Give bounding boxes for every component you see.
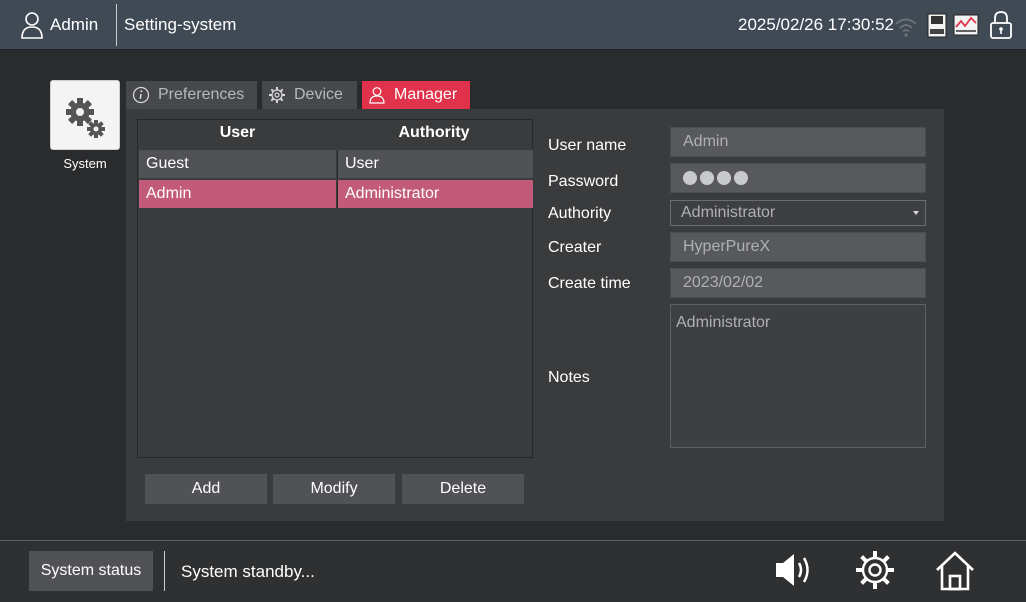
system-tile-label: System <box>63 156 107 171</box>
creater-field[interactable]: HyperPureX <box>670 232 926 262</box>
user-name-label: User name <box>548 137 627 154</box>
create-time-label: Create time <box>548 275 631 292</box>
system-tile-button[interactable] <box>50 80 120 150</box>
user-icon <box>21 12 43 39</box>
home-icon[interactable] <box>933 549 977 593</box>
column-header-authority: Authority <box>398 124 470 141</box>
creater-label: Creater <box>548 239 602 256</box>
tab-device[interactable]: Device <box>262 81 357 109</box>
footer-divider <box>164 551 165 591</box>
authority-select[interactable]: Administrator <box>670 200 926 226</box>
table-row-selected[interactable]: Admin Administrator <box>139 180 533 208</box>
column-header-user: User <box>219 124 256 141</box>
speaker-icon[interactable] <box>774 549 816 591</box>
tab-preferences-label: Preferences <box>158 86 245 103</box>
usb-icon <box>927 13 947 38</box>
modify-button[interactable]: Modify <box>273 474 395 504</box>
top-bar: Admin Setting-system 2025/02/26 17:30:52 <box>0 0 1026 50</box>
notes-textarea[interactable]: Administrator <box>670 304 926 448</box>
system-status-button[interactable]: System status <box>29 551 153 591</box>
authority-select-value: Administrator <box>681 204 776 221</box>
user-icon <box>369 87 385 104</box>
datetime-display: 2025/02/26 17:30:52 <box>738 15 894 34</box>
password-field[interactable] <box>670 163 926 193</box>
current-user-name: Admin <box>50 15 99 34</box>
authority-label: Authority <box>548 205 612 222</box>
add-button[interactable]: Add <box>145 474 267 504</box>
create-time-field[interactable]: 2023/02/02 <box>670 268 926 298</box>
user-menu[interactable]: Admin <box>20 10 98 40</box>
monitor-chart-icon <box>953 14 979 36</box>
chevron-down-icon <box>913 211 919 215</box>
user-table: User Authority Guest User Admin Administ… <box>137 119 533 458</box>
tab-device-label: Device <box>294 86 343 103</box>
tab-manager-label: Manager <box>394 86 458 103</box>
notes-label: Notes <box>548 369 590 386</box>
cell-authority: User <box>337 150 533 178</box>
cell-user: Admin <box>139 180 336 208</box>
cell-authority: Administrator <box>337 180 533 208</box>
tab-manager[interactable]: Manager <box>362 81 470 109</box>
password-mask <box>683 171 748 185</box>
table-row[interactable]: Guest User <box>139 150 533 178</box>
wifi-icon <box>895 18 917 37</box>
tab-preferences[interactable]: Preferences <box>126 81 257 109</box>
user-name-field[interactable]: Admin <box>670 127 926 157</box>
gears-icon <box>66 98 105 138</box>
status-message: System standby... <box>181 562 315 581</box>
cell-user: Guest <box>139 150 336 178</box>
page-title: Setting-system <box>124 15 237 34</box>
settings-gear-icon[interactable] <box>854 549 896 591</box>
gear-icon <box>269 87 285 103</box>
lock-icon[interactable] <box>989 10 1013 40</box>
info-icon <box>132 86 150 104</box>
header-divider <box>116 4 117 46</box>
password-label: Password <box>548 173 619 190</box>
bottom-bar: System status System standby... <box>0 540 1026 602</box>
delete-button[interactable]: Delete <box>402 474 524 504</box>
